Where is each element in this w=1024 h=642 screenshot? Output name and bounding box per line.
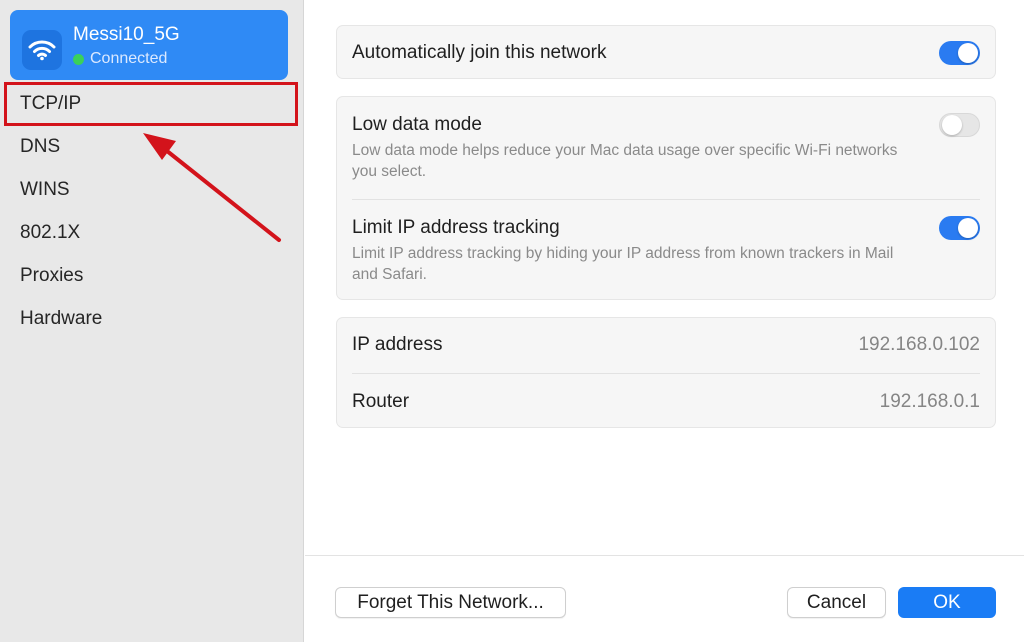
footer-divider	[305, 555, 1024, 556]
cancel-button[interactable]: Cancel	[787, 587, 886, 618]
ip-address-label: IP address	[352, 334, 443, 355]
network-name: Messi10_5G	[73, 24, 180, 45]
highlight-box	[4, 82, 298, 126]
sidebar: Messi10_5G Connected TCP/IP DNS WINS 802…	[0, 0, 304, 642]
sidebar-item-hardware[interactable]: Hardware	[20, 304, 102, 334]
status-dot-icon	[73, 53, 84, 65]
sidebar-item-8021x[interactable]: 802.1X	[20, 218, 80, 248]
limit-ip-label: Limit IP address tracking	[352, 217, 560, 238]
network-status-text: Connected	[90, 50, 168, 67]
sidebar-item-dns[interactable]: DNS	[20, 132, 60, 162]
sidebar-item-proxies[interactable]: Proxies	[20, 261, 83, 291]
low-data-label: Low data mode	[352, 114, 482, 135]
low-data-toggle[interactable]	[939, 113, 980, 137]
auto-join-toggle[interactable]	[939, 41, 980, 65]
ip-info-panel: IP address 192.168.0.102 Router 192.168.…	[336, 317, 996, 428]
privacy-panel: Low data mode Low data mode helps reduce…	[336, 96, 996, 300]
limit-ip-description: Limit IP address tracking by hiding your…	[352, 245, 894, 283]
auto-join-panel: Automatically join this network	[336, 25, 996, 79]
forget-network-button[interactable]: Forget This Network...	[335, 587, 566, 618]
network-card[interactable]: Messi10_5G Connected	[10, 10, 288, 80]
divider	[352, 373, 980, 374]
ok-button[interactable]: OK	[898, 587, 996, 618]
ip-address-value: 192.168.0.102	[858, 334, 980, 355]
router-value: 192.168.0.1	[879, 391, 980, 412]
divider	[352, 199, 980, 200]
limit-ip-toggle[interactable]	[939, 216, 980, 240]
network-status: Connected	[73, 50, 167, 68]
low-data-description: Low data mode helps reduce your Mac data…	[352, 142, 898, 180]
auto-join-label: Automatically join this network	[352, 42, 607, 63]
router-label: Router	[352, 391, 410, 412]
sidebar-item-wins[interactable]: WINS	[20, 175, 70, 205]
wifi-icon	[22, 30, 62, 70]
